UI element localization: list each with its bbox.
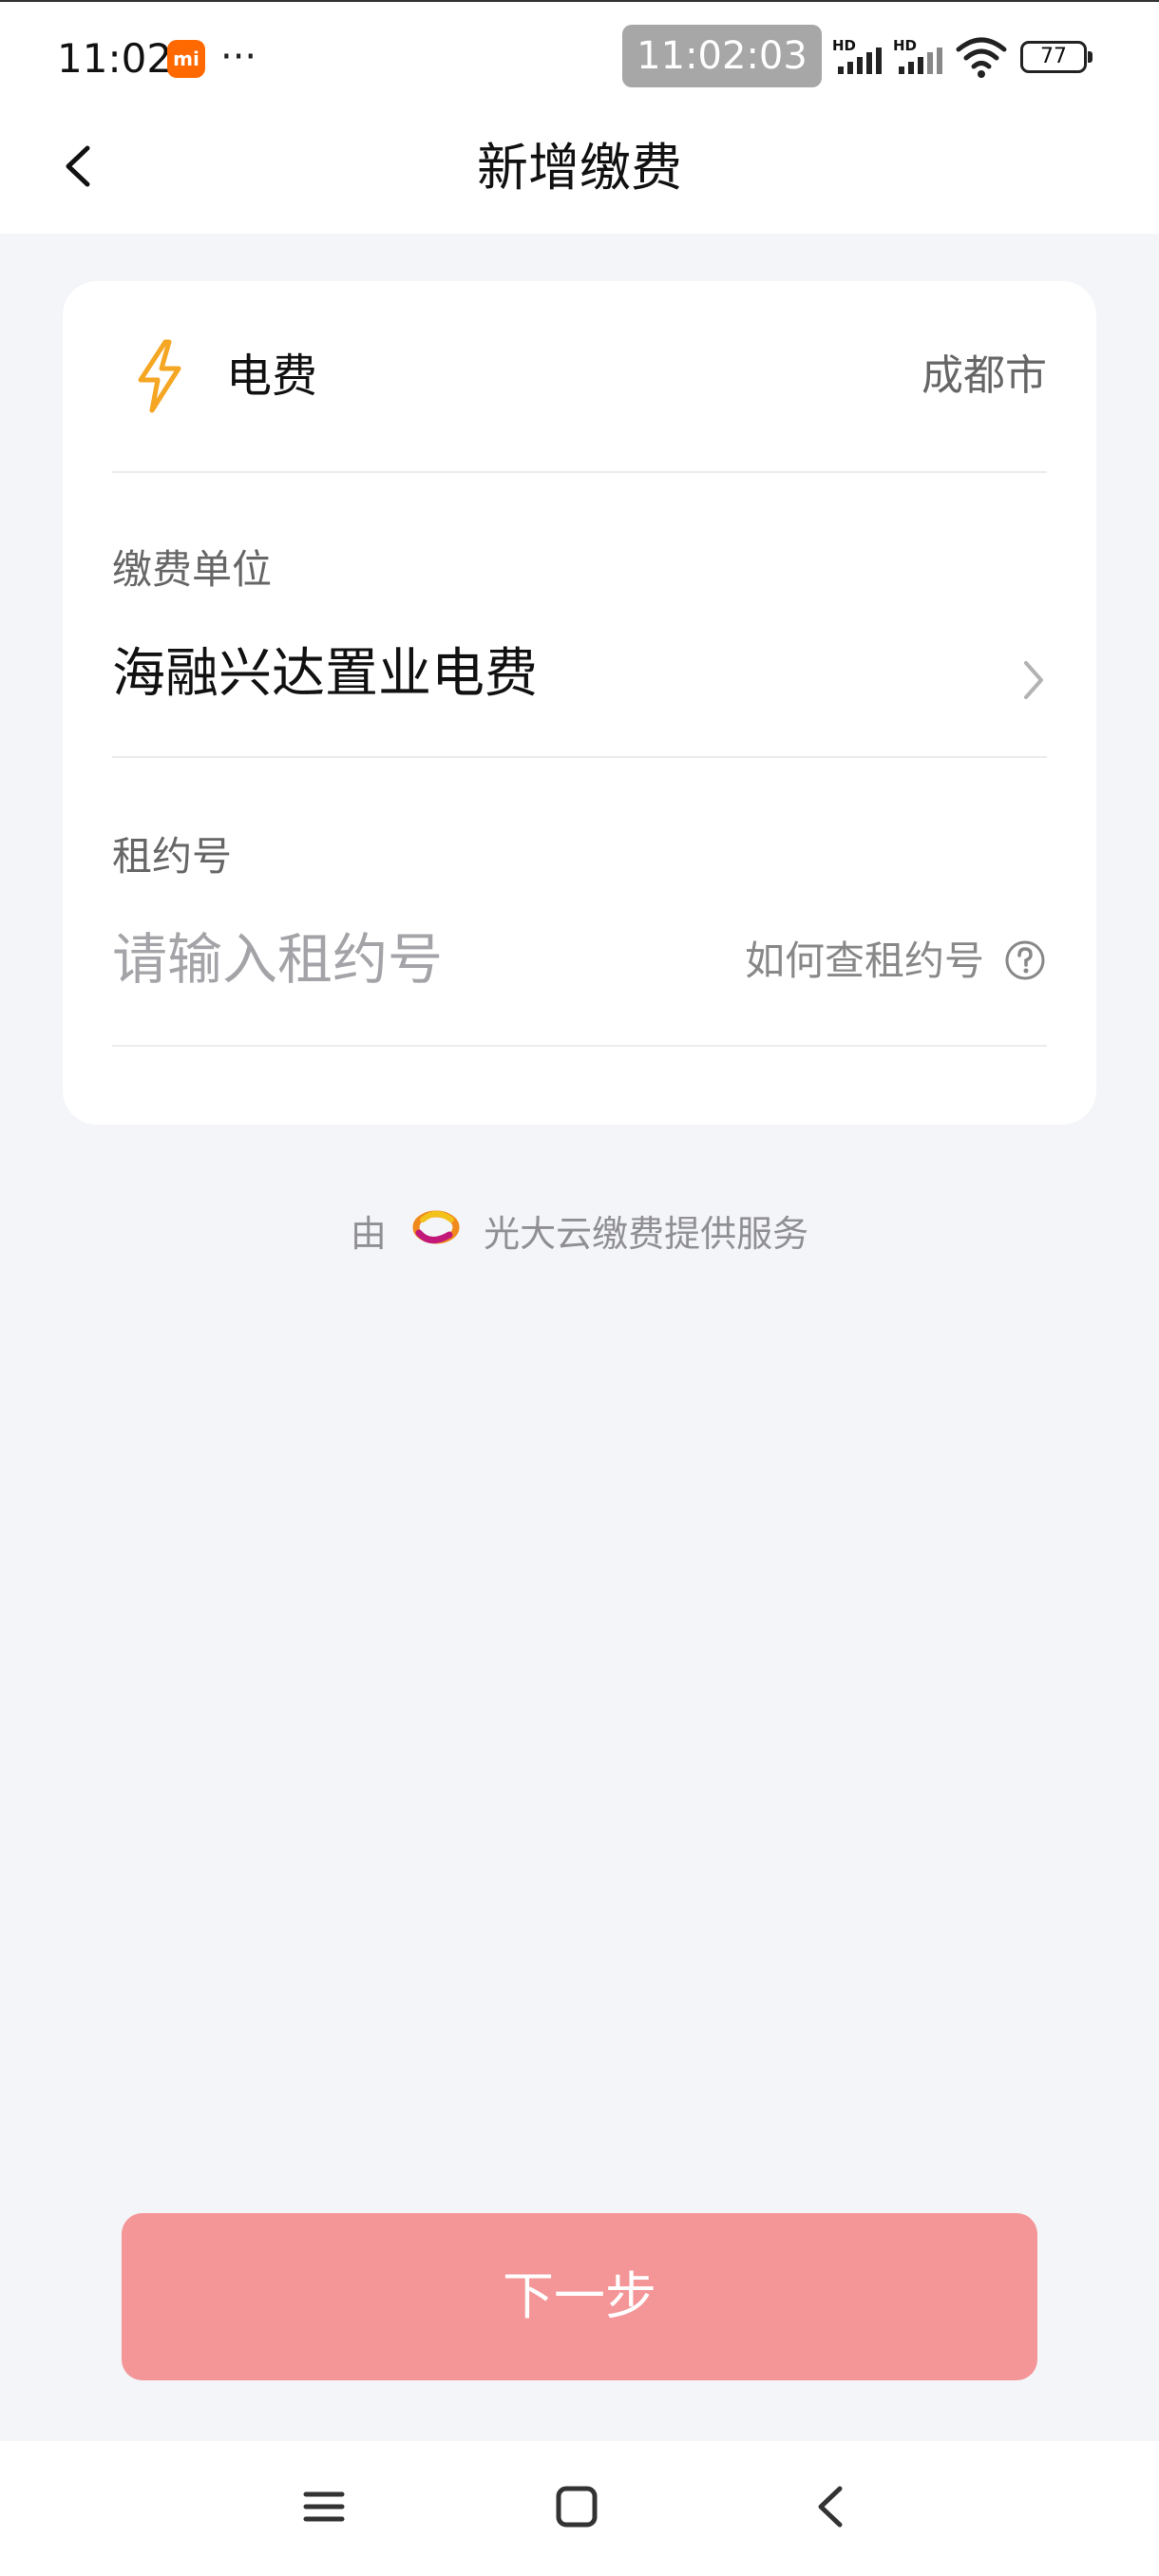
status-time: 11:02 [57,35,173,82]
provider-text: 光大云缴费提供服务 [484,1212,809,1255]
mi-app-icon: mi [167,40,205,78]
page-title: 新增缴费 [477,138,682,198]
home-icon[interactable] [553,2483,600,2530]
menu-icon[interactable] [300,2483,348,2530]
status-bar: 11:02 mi ··· 11:02:03 HD HD 77 [0,0,1159,114]
provider-prefix: 由 [350,1212,387,1255]
lightning-bolt-icon [138,339,181,413]
contract-row: 如何查租约号 [112,908,1047,1047]
wifi-icon [956,37,1007,78]
question-circle-icon [1005,940,1045,980]
contract-label: 租约号 [112,833,233,880]
next-step-button[interactable]: 下一步 [122,2213,1037,2380]
cell-signal-icon: HD [893,38,950,76]
floating-clock: 11:02:03 [622,25,822,87]
help-link-text: 如何查租约号 [744,938,984,984]
contract-number-input[interactable] [112,921,682,997]
cell-signal-icon: HD [832,38,889,76]
chevron-right-icon [1024,661,1043,699]
battery-icon: 77 [1020,41,1092,73]
more-notifications-icon: ··· [220,35,257,79]
nav-header: 新增缴费 [0,114,1159,234]
city-selector[interactable]: 成都市 [922,348,1047,405]
bill-type-label: 电费 [226,350,318,403]
back-icon[interactable] [808,2483,855,2530]
system-nav-bar [0,2441,1159,2576]
company-value: 海融兴达置业电费 [112,643,538,705]
bill-type-row: 电费 成都市 [112,281,1047,473]
payment-form-card: 电费 成都市 缴费单位 海融兴达置业电费 租约号 如何查租约号 [63,281,1096,1125]
service-provider-note: 由 光大云缴费提供服务 [0,1204,1159,1260]
company-label: 缴费单位 [112,546,273,593]
company-selector[interactable]: 海融兴达置业电费 [112,623,1047,758]
everbright-cloud-logo [411,1207,461,1260]
